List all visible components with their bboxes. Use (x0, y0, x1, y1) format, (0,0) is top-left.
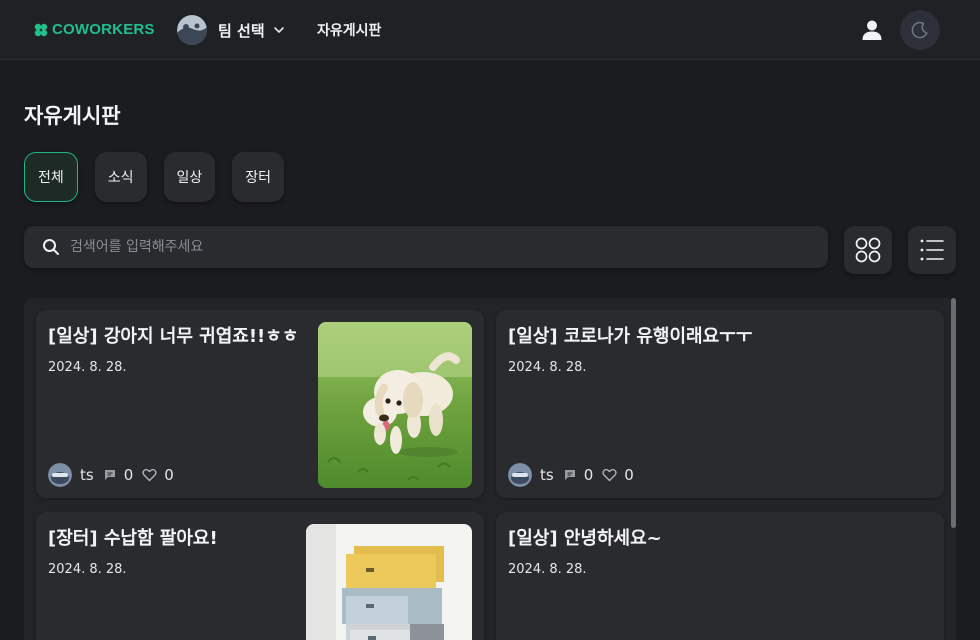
search-bar (24, 226, 828, 268)
like-count: 0 (164, 466, 174, 484)
heart-icon[interactable] (142, 468, 157, 482)
post-date: 2024. 8. 28. (508, 360, 587, 375)
post-title: [장터] 수납함 팔아요! (48, 528, 218, 549)
post-title: [일상] 코로나가 유행이래요ㅜㅜ (508, 326, 753, 347)
list-view-icon (920, 239, 944, 261)
avatar (48, 463, 72, 487)
post-date: 2024. 8. 28. (508, 562, 587, 577)
post-date: 2024. 8. 28. (48, 360, 127, 375)
clover-logo-icon (34, 23, 48, 36)
search-icon (43, 239, 59, 255)
theme-toggle-button[interactable] (900, 10, 940, 50)
post-card[interactable]: [장터] 수납함 팔아요! 2024. 8. 28. (36, 512, 484, 640)
post-author: ts (80, 466, 94, 484)
tab-news[interactable]: 소식 (94, 152, 147, 202)
team-selector[interactable]: 팀 선택 (177, 14, 285, 46)
post-title: [일상] 강아지 너무 귀엽죠!!ㅎㅎ (48, 326, 299, 347)
comment-count: 0 (123, 466, 134, 484)
moon-icon (911, 21, 928, 39)
comment-icon (104, 470, 115, 480)
like-count: 0 (624, 466, 634, 484)
comment-count: 0 (583, 466, 594, 484)
post-author: ts (540, 466, 554, 484)
team-name: 팀 선택 (218, 21, 265, 40)
avatar (508, 463, 532, 487)
post-card[interactable]: [일상] 강아지 너무 귀엽죠!!ㅎㅎ 2024. 8. 28. ts 0 0 (36, 310, 484, 498)
tab-all[interactable]: 전체 (24, 152, 78, 202)
logo-text: COWORKERS (52, 21, 155, 38)
board-scrollbar[interactable] (951, 298, 956, 528)
user-icon[interactable] (861, 19, 883, 41)
post-card[interactable]: [일상] 안녕하세요~ 2024. 8. 28. (496, 512, 944, 640)
list-view-button[interactable] (908, 226, 956, 274)
logo[interactable]: COWORKERS (34, 21, 155, 38)
heart-icon[interactable] (602, 468, 617, 482)
chevron-down-icon (273, 27, 284, 33)
post-title: [일상] 안녕하세요~ (508, 528, 662, 549)
grid-view-button[interactable] (844, 226, 892, 274)
category-tabs: 전체 소식 일상 장터 (24, 152, 285, 202)
grid-view-icon (855, 237, 881, 263)
tab-daily[interactable]: 일상 (163, 152, 216, 202)
post-card[interactable]: [일상] 코로나가 유행이래요ㅜㅜ 2024. 8. 28. ts 0 0 (496, 310, 944, 498)
post-date: 2024. 8. 28. (48, 562, 127, 577)
tab-market[interactable]: 장터 (232, 152, 285, 202)
post-meta: ts 0 0 (508, 462, 634, 488)
comment-icon (564, 470, 575, 480)
search-input[interactable] (70, 239, 770, 255)
team-avatar-icon (177, 15, 207, 45)
page-title: 자유게시판 (24, 104, 121, 128)
post-meta: ts 0 0 (48, 462, 174, 488)
top-navigation-bar: COWORKERS 팀 선택 자유게시판 (0, 0, 980, 60)
nav-free-board-link[interactable]: 자유게시판 (317, 20, 381, 40)
puppy-photo (318, 322, 472, 488)
storage-drawer-photo (306, 524, 472, 640)
